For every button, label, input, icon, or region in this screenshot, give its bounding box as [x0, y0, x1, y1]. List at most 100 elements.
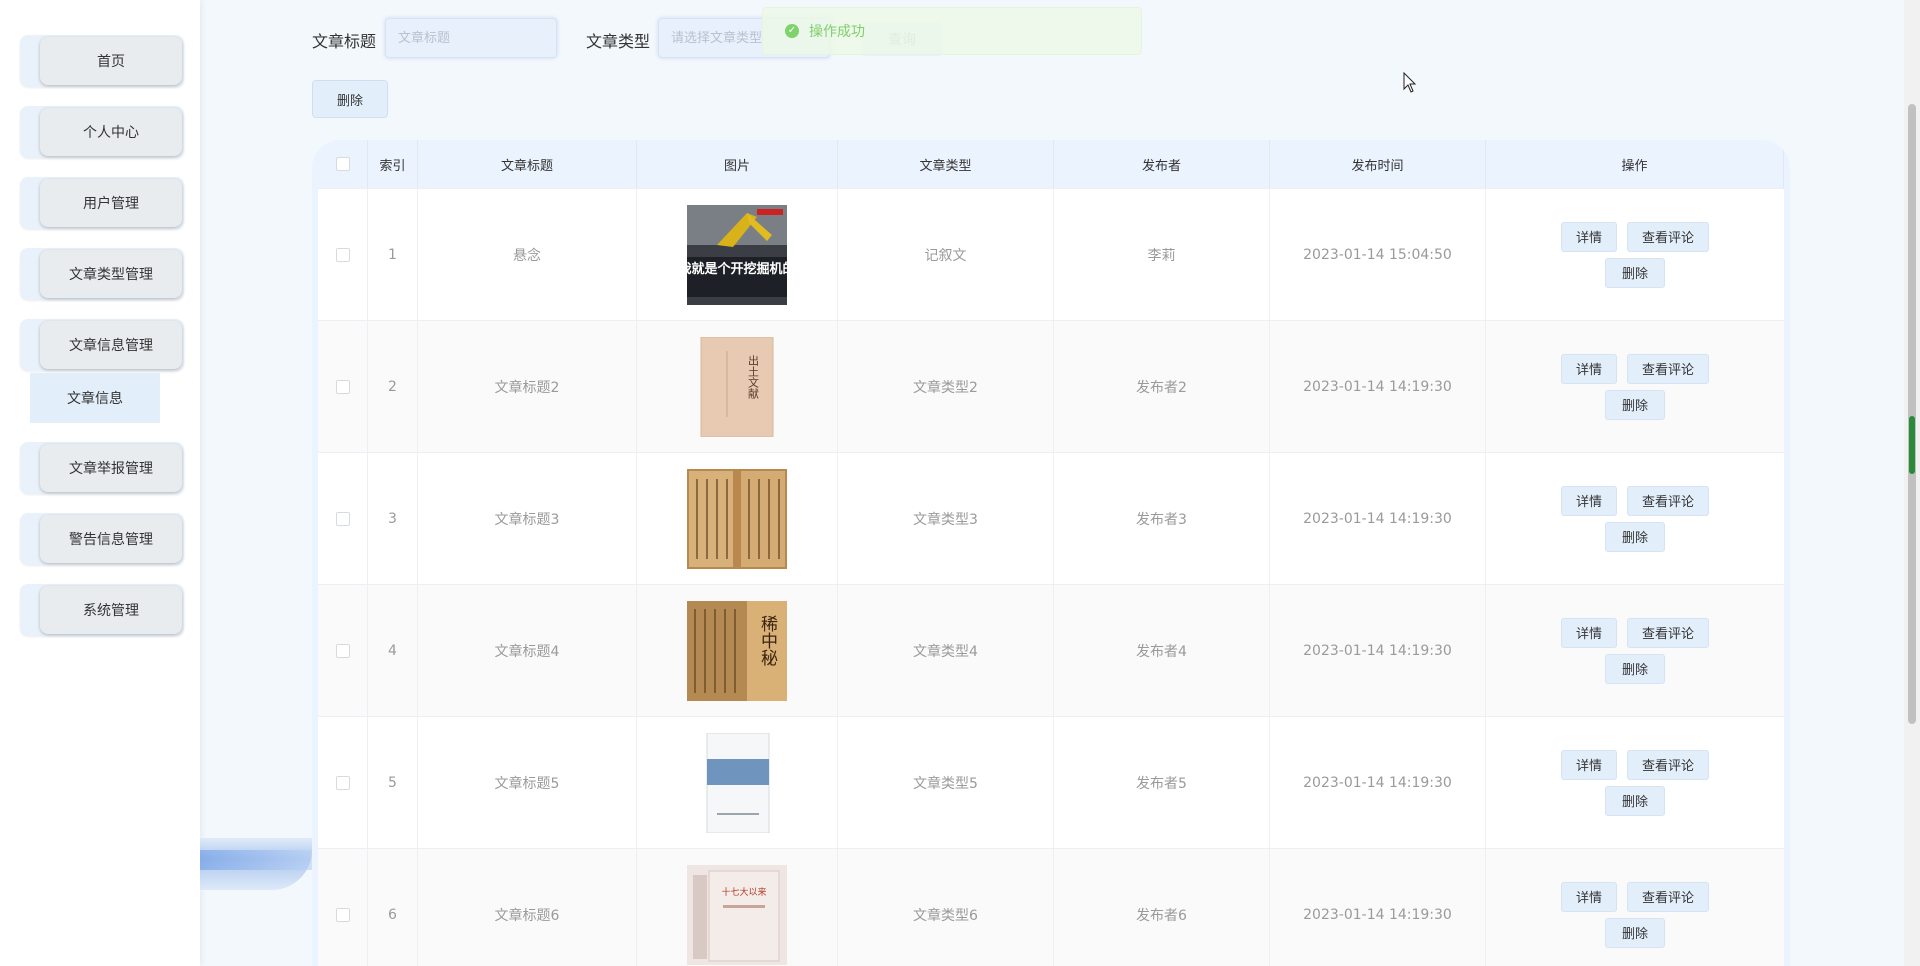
scrollbar-thumb[interactable] [1908, 104, 1916, 724]
sidebar-item-system-management[interactable]: 系统管理 [20, 584, 184, 636]
header-ops: 操作 [1486, 140, 1784, 188]
cover-image: 稀中秘 [687, 600, 787, 701]
row-title: 文章标题3 [418, 453, 637, 584]
row-ops: 详情 查看评论 删除 [1486, 453, 1784, 584]
row-index: 5 [368, 717, 418, 848]
toast-message: 操作成功 [809, 24, 865, 40]
delete-button[interactable]: 删除 [1604, 257, 1665, 288]
title-search-input[interactable] [385, 18, 557, 58]
sidebar-item-article-report-management[interactable]: 文章举报管理 [20, 442, 184, 494]
row-title: 文章标题6 [418, 849, 637, 966]
sidebar-item-label: 首页 [40, 37, 182, 85]
view-comments-button[interactable]: 查看评论 [1627, 617, 1710, 648]
sidebar-item-home[interactable]: 首页 [20, 35, 184, 87]
detail-button[interactable]: 详情 [1560, 881, 1617, 912]
row-image-cell [637, 453, 838, 584]
row-ops: 详情 查看评论 删除 [1486, 717, 1784, 848]
header-type: 文章类型 [838, 140, 1054, 188]
header-time: 发布时间 [1270, 140, 1486, 188]
cover-image [687, 468, 787, 569]
view-comments-button[interactable]: 查看评论 [1627, 353, 1710, 384]
header-publisher: 发布者 [1054, 140, 1270, 188]
row-index: 2 [368, 321, 418, 452]
delete-button[interactable]: 删除 [1604, 653, 1665, 684]
row-select-cell [318, 321, 368, 452]
table-body: 1 悬念 我就是个开挖掘机的 记叙文 李莉 2023-01-14 15:04:5… [318, 188, 1784, 966]
row-publisher: 李莉 [1054, 189, 1270, 320]
row-checkbox[interactable] [335, 907, 350, 922]
detail-button[interactable]: 详情 [1560, 617, 1617, 648]
row-index: 6 [368, 849, 418, 966]
view-comments-button[interactable]: 查看评论 [1627, 881, 1710, 912]
sidebar-item-warning-management[interactable]: 警告信息管理 [20, 513, 184, 565]
table-header: 索引 文章标题 图片 文章类型 发布者 发布时间 操作 [318, 140, 1784, 188]
row-time: 2023-01-14 14:19:30 [1270, 717, 1486, 848]
check-circle-icon: ✓ [785, 24, 799, 38]
sidebar-item-label: 文章举报管理 [40, 444, 182, 492]
row-ops: 详情 查看评论 删除 [1486, 189, 1784, 320]
detail-button[interactable]: 详情 [1560, 353, 1617, 384]
article-table: 索引 文章标题 图片 文章类型 发布者 发布时间 操作 1 悬念 我就是个开挖掘… [312, 140, 1790, 966]
row-index: 4 [368, 585, 418, 716]
table-row: 6 文章标题6 十七大以来 文章类型6 发布者6 2023-01-14 14:1… [318, 848, 1784, 966]
view-comments-button[interactable]: 查看评论 [1627, 749, 1710, 780]
row-publisher: 发布者6 [1054, 849, 1270, 966]
sidebar-item-user-management[interactable]: 用户管理 [20, 177, 184, 229]
delete-button[interactable]: 删除 [1604, 521, 1665, 552]
background-decoration-line [200, 850, 312, 870]
table-row: 2 文章标题2 出土文献 文章类型2 发布者2 2023-01-14 14:19… [318, 320, 1784, 452]
row-checkbox[interactable] [335, 775, 350, 790]
cover-image: 十七大以来 [687, 864, 787, 965]
row-ops: 详情 查看评论 删除 [1486, 849, 1784, 966]
header-title: 文章标题 [418, 140, 637, 188]
row-index: 1 [368, 189, 418, 320]
row-type: 文章类型2 [838, 321, 1054, 452]
sidebar-item-label: 个人中心 [40, 108, 182, 156]
row-checkbox[interactable] [335, 379, 350, 394]
row-image-cell: 稀中秘 [637, 585, 838, 716]
sidebar-item-label: 用户管理 [40, 179, 182, 227]
row-checkbox[interactable] [335, 247, 350, 262]
row-select-cell [318, 189, 368, 320]
batch-delete-button[interactable]: 删除 [312, 80, 388, 118]
row-title: 文章标题5 [418, 717, 637, 848]
view-comments-button[interactable]: 查看评论 [1627, 221, 1710, 252]
row-type: 文章类型3 [838, 453, 1054, 584]
row-time: 2023-01-14 14:19:30 [1270, 321, 1486, 452]
delete-button[interactable]: 删除 [1604, 917, 1665, 948]
row-publisher: 发布者4 [1054, 585, 1270, 716]
table-row: 3 文章标题3 文章类型3 发布者3 2023-01-14 14:19:30 详… [318, 452, 1784, 584]
table-row: 4 文章标题4 稀中秘 文章类型4 发布者4 2023-01-14 14:19: [318, 584, 1784, 716]
view-comments-button[interactable]: 查看评论 [1627, 485, 1710, 516]
sidebar-item-article-info-management[interactable]: 文章信息管理 [20, 319, 184, 371]
table-row: 1 悬念 我就是个开挖掘机的 记叙文 李莉 2023-01-14 15:04:5… [318, 188, 1784, 320]
row-type: 文章类型4 [838, 585, 1054, 716]
sidebar-subitem-article-info[interactable]: 文章信息 [30, 373, 160, 423]
detail-button[interactable]: 详情 [1560, 749, 1617, 780]
row-ops: 详情 查看评论 删除 [1486, 321, 1784, 452]
row-checkbox[interactable] [335, 511, 350, 526]
cover-text: 稀中秘 [757, 614, 778, 666]
cover-text: 出土文献 [747, 353, 760, 399]
sidebar-item-personal-center[interactable]: 个人中心 [20, 106, 184, 158]
row-type: 记叙文 [838, 189, 1054, 320]
mouse-cursor-icon [1403, 72, 1417, 93]
row-title: 文章标题4 [418, 585, 637, 716]
success-toast: ✓ 操作成功 [762, 7, 1142, 55]
row-select-cell [318, 453, 368, 584]
row-image-cell [637, 717, 838, 848]
row-checkbox[interactable] [335, 643, 350, 658]
row-image-cell: 十七大以来 [637, 849, 838, 966]
detail-button[interactable]: 详情 [1560, 221, 1617, 252]
table-row: 5 文章标题5 文章类型5 发布者5 2023-01-14 14:19:30 详… [318, 716, 1784, 848]
select-all-checkbox[interactable] [335, 157, 350, 171]
row-ops: 详情 查看评论 删除 [1486, 585, 1784, 716]
page-scrollbar[interactable] [1904, 0, 1920, 966]
delete-button[interactable]: 删除 [1604, 785, 1665, 816]
detail-button[interactable]: 详情 [1560, 485, 1617, 516]
sidebar-item-article-type-management[interactable]: 文章类型管理 [20, 248, 184, 300]
row-select-cell [318, 717, 368, 848]
row-index: 3 [368, 453, 418, 584]
header-index: 索引 [368, 140, 418, 188]
delete-button[interactable]: 删除 [1604, 389, 1665, 420]
